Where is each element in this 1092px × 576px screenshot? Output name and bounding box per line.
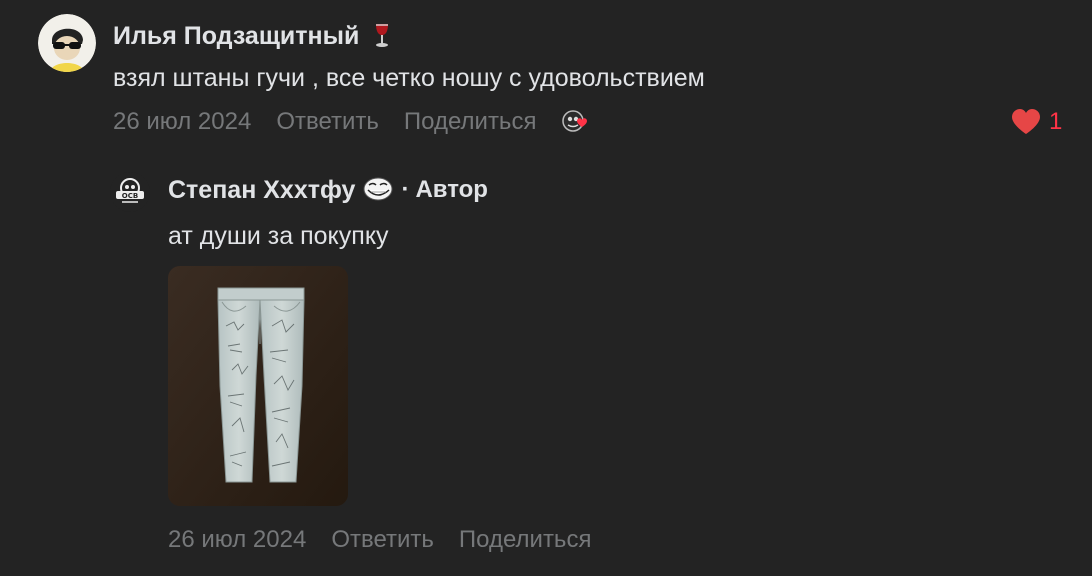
jeans-photo[interactable] <box>168 266 348 506</box>
comment-date: 26 июл 2024 <box>113 108 252 135</box>
wine-glass-icon <box>369 22 395 50</box>
share-button[interactable]: Поделиться <box>404 108 537 136</box>
trollface-icon <box>363 176 393 204</box>
author-badge: Автор <box>415 176 488 203</box>
reply-button[interactable]: Ответить <box>276 108 379 136</box>
reply-author-line: Степан Хххтфу · Автор <box>168 174 488 206</box>
comment-text: взял штаны гучи , все четко ношу с удово… <box>113 64 705 92</box>
author-name[interactable]: Илья Подзащитный <box>113 22 359 51</box>
svg-text:OCB: OCB <box>122 192 138 200</box>
reply-text: ат души за покупку <box>168 222 389 250</box>
reply-avatar[interactable]: OCB <box>110 172 150 212</box>
heart-icon <box>1012 109 1040 134</box>
avatar[interactable] <box>38 14 96 72</box>
avatar-image <box>38 14 96 72</box>
reply-reply-button[interactable]: Ответить <box>331 526 434 554</box>
reply-author-name[interactable]: Степан Хххтфу <box>168 176 355 205</box>
badge-separator: · <box>401 176 410 203</box>
author-line: Илья Подзащитный <box>113 20 395 52</box>
like-button[interactable]: 1 <box>1011 106 1062 138</box>
reply-share-button[interactable]: Поделиться <box>459 526 592 554</box>
reply-date: 26 июл 2024 <box>168 526 307 553</box>
comment-actions: 26 июл 2024 Ответить Поделиться <box>113 106 597 138</box>
likes-count: 1 <box>1049 108 1063 135</box>
ocb-logo-icon: OCB <box>110 172 150 212</box>
reply-actions: 26 июл 2024 Ответить Поделиться <box>168 524 616 556</box>
reaction-heart-icon[interactable] <box>561 107 597 137</box>
